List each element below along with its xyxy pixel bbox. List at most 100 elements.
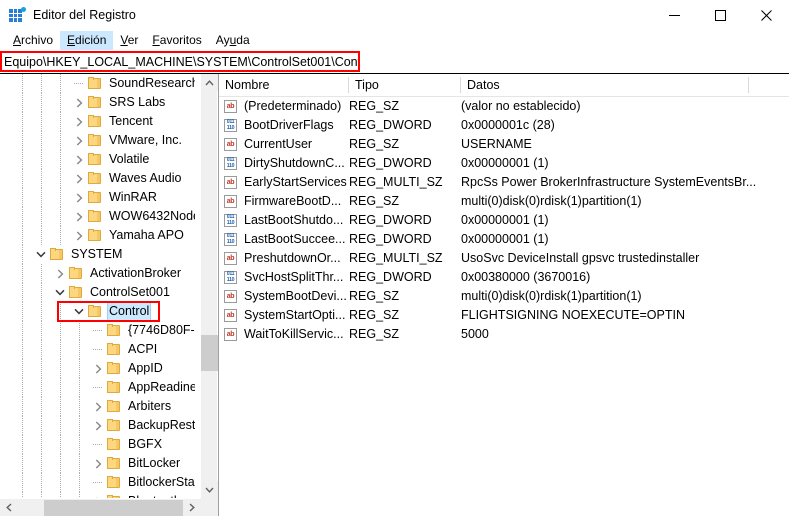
value-data: (valor no establecido) bbox=[461, 99, 581, 113]
string-value-icon: ab bbox=[223, 135, 240, 154]
string-value-icon: ab bbox=[223, 306, 240, 325]
tree-indent bbox=[0, 321, 90, 340]
value-row[interactable]: ab CurrentUser REG_SZ USERNAME bbox=[219, 135, 789, 154]
minimize-button[interactable] bbox=[651, 0, 697, 30]
menu-ver[interactable]: Ver bbox=[113, 31, 145, 50]
tree-indent bbox=[0, 245, 33, 264]
tree-item-volatile[interactable]: Volatile bbox=[0, 150, 195, 169]
tree-item-srs-labs[interactable]: SRS Labs bbox=[0, 93, 195, 112]
string-value-icon: ab bbox=[223, 173, 240, 192]
chevron-right-icon[interactable] bbox=[52, 264, 68, 283]
tree-item-label: ControlSet001 bbox=[90, 285, 170, 299]
value-row[interactable]: 011 110 SvcHostSplitThr... REG_DWORD 0x00380… bbox=[219, 268, 789, 287]
window-controls bbox=[651, 0, 789, 30]
registry-editor-icon bbox=[9, 7, 26, 23]
value-row[interactable]: ab SystemStartOpti... REG_SZ FLIGHTSIGNING… bbox=[219, 306, 789, 325]
value-row[interactable]: ab FirmwareBootD... REG_SZ multi(0)disk(0)r… bbox=[219, 192, 789, 211]
menu-ayuda[interactable]: Ayuda bbox=[209, 31, 257, 50]
value-row[interactable]: 011 110 LastBootShutdo... REG_DWORD 0x000000… bbox=[219, 211, 789, 230]
chevron-right-icon[interactable] bbox=[90, 454, 106, 473]
chevron-right-icon[interactable] bbox=[71, 112, 87, 131]
chevron-right-icon[interactable] bbox=[90, 416, 106, 435]
column-header-nombre[interactable]: Nombre bbox=[219, 74, 349, 96]
tree-leaf-marker-icon bbox=[90, 321, 106, 340]
tree-indent bbox=[0, 74, 71, 93]
tree-vertical-scrollbar[interactable] bbox=[200, 74, 218, 498]
value-row[interactable]: 011 110 LastBootSuccee... REG_DWORD 0x000000… bbox=[219, 230, 789, 249]
chevron-right-icon[interactable] bbox=[71, 207, 87, 226]
tree-indent bbox=[0, 454, 90, 473]
tree-item-activationbroker[interactable]: ActivationBroker bbox=[0, 264, 195, 283]
tree-horizontal-scrollbar[interactable] bbox=[0, 498, 218, 516]
chevron-down-icon[interactable] bbox=[33, 245, 49, 264]
chevron-right-icon[interactable] bbox=[71, 226, 87, 245]
value-row[interactable]: ab PreshutdownOr... REG_MULTI_SZ UsoSvc Dev… bbox=[219, 249, 789, 268]
value-type: REG_SZ bbox=[349, 99, 400, 113]
column-header-datos[interactable]: Datos bbox=[461, 74, 749, 96]
scroll-right-arrow-icon[interactable] bbox=[183, 499, 200, 516]
scroll-up-arrow-icon[interactable] bbox=[201, 74, 218, 91]
tree-item-appreadiness[interactable]: AppReadiness bbox=[0, 378, 195, 397]
value-row[interactable]: ab (Predeterminado) REG_SZ (valor no establ… bbox=[219, 97, 789, 116]
chevron-right-icon[interactable] bbox=[71, 169, 87, 188]
chevron-down-icon[interactable] bbox=[52, 283, 68, 302]
chevron-right-icon[interactable] bbox=[71, 188, 87, 207]
tree-indent bbox=[0, 226, 71, 245]
tree-item-control[interactable]: Control bbox=[0, 302, 195, 321]
chevron-right-icon[interactable] bbox=[90, 359, 106, 378]
tree-item-label: BackupRestore bbox=[128, 418, 195, 432]
maximize-button[interactable] bbox=[697, 0, 743, 30]
tree-leaf-marker-icon bbox=[90, 435, 106, 454]
chevron-down-icon[interactable] bbox=[71, 302, 87, 321]
title-bar: Editor del Registro bbox=[0, 0, 789, 30]
values-column-header: Nombre Tipo Datos bbox=[219, 74, 789, 97]
column-header-tipo[interactable]: Tipo bbox=[349, 74, 461, 96]
value-row[interactable]: ab SystemBootDevi... REG_SZ multi(0)disk(0)… bbox=[219, 287, 789, 306]
tree-item-label: BitLocker bbox=[128, 456, 181, 470]
tree-item-vmware-inc[interactable]: VMware, Inc. bbox=[0, 131, 195, 150]
value-type: REG_SZ bbox=[349, 327, 400, 341]
tree-item-label: SoundResearch bbox=[109, 76, 195, 90]
menu-archivo[interactable]: Archivo bbox=[6, 31, 60, 50]
value-type: REG_DWORD bbox=[349, 156, 432, 170]
tree-item-winrar[interactable]: WinRAR bbox=[0, 188, 195, 207]
tree-item-yamaha-apo[interactable]: Yamaha APO bbox=[0, 226, 195, 245]
tree-indent bbox=[0, 112, 71, 131]
tree-item-controlset001[interactable]: ControlSet001 bbox=[0, 283, 195, 302]
tree-item-label: Volatile bbox=[109, 152, 150, 166]
tree-item-waves-audio[interactable]: Waves Audio bbox=[0, 169, 195, 188]
tree-item-bitlocker[interactable]: BitLocker bbox=[0, 454, 195, 473]
value-row[interactable]: 011 110 BootDriverFlags REG_DWORD 0x0000001c… bbox=[219, 116, 789, 135]
scroll-down-arrow-icon[interactable] bbox=[201, 481, 218, 498]
address-bar-input[interactable]: Equipo\HKEY_LOCAL_MACHINE\SYSTEM\Control… bbox=[2, 55, 358, 69]
chevron-right-icon[interactable] bbox=[71, 93, 87, 112]
value-row[interactable]: 011 110 DirtyShutdownC... REG_DWORD 0x000000… bbox=[219, 154, 789, 173]
chevron-right-icon[interactable] bbox=[90, 397, 106, 416]
tree-item-wow6432node[interactable]: WOW6432Node bbox=[0, 207, 195, 226]
tree-item-label: Yamaha APO bbox=[109, 228, 184, 242]
tree-item-backuprestore[interactable]: BackupRestore bbox=[0, 416, 195, 435]
value-row[interactable]: ab WaitToKillServic... REG_SZ 5000 bbox=[219, 325, 789, 344]
tree-item-bitlockerstatus[interactable]: BitlockerStatus bbox=[0, 473, 195, 492]
close-button[interactable] bbox=[743, 0, 789, 30]
tree-item-bgfx[interactable]: BGFX bbox=[0, 435, 195, 454]
menu-favoritos[interactable]: Favoritos bbox=[145, 31, 208, 50]
tree-vertical-scroll-thumb[interactable] bbox=[201, 335, 218, 371]
folder-icon bbox=[106, 454, 122, 473]
value-name: LastBootSuccee... bbox=[244, 232, 346, 246]
folder-icon bbox=[87, 226, 103, 245]
tree-item-system[interactable]: SYSTEM bbox=[0, 245, 195, 264]
tree-horizontal-scroll-thumb[interactable] bbox=[44, 500, 189, 516]
tree-item-appid[interactable]: AppID bbox=[0, 359, 195, 378]
tree-item-tencent[interactable]: Tencent bbox=[0, 112, 195, 131]
chevron-right-icon[interactable] bbox=[71, 131, 87, 150]
tree-item-arbiters[interactable]: Arbiters bbox=[0, 397, 195, 416]
menu-edicion[interactable]: Edición bbox=[60, 31, 114, 50]
value-row[interactable]: ab EarlyStartServices REG_MULTI_SZ RpcSs Po… bbox=[219, 173, 789, 192]
tree-item-soundresearch[interactable]: SoundResearch bbox=[0, 74, 195, 93]
chevron-right-icon[interactable] bbox=[71, 150, 87, 169]
tree-item-acpi[interactable]: ACPI bbox=[0, 340, 195, 359]
tree-item-7746d80f-97e[interactable]: {7746D80F-97E bbox=[0, 321, 195, 340]
scroll-left-arrow-icon[interactable] bbox=[0, 499, 17, 516]
value-data: USERNAME bbox=[461, 137, 532, 151]
